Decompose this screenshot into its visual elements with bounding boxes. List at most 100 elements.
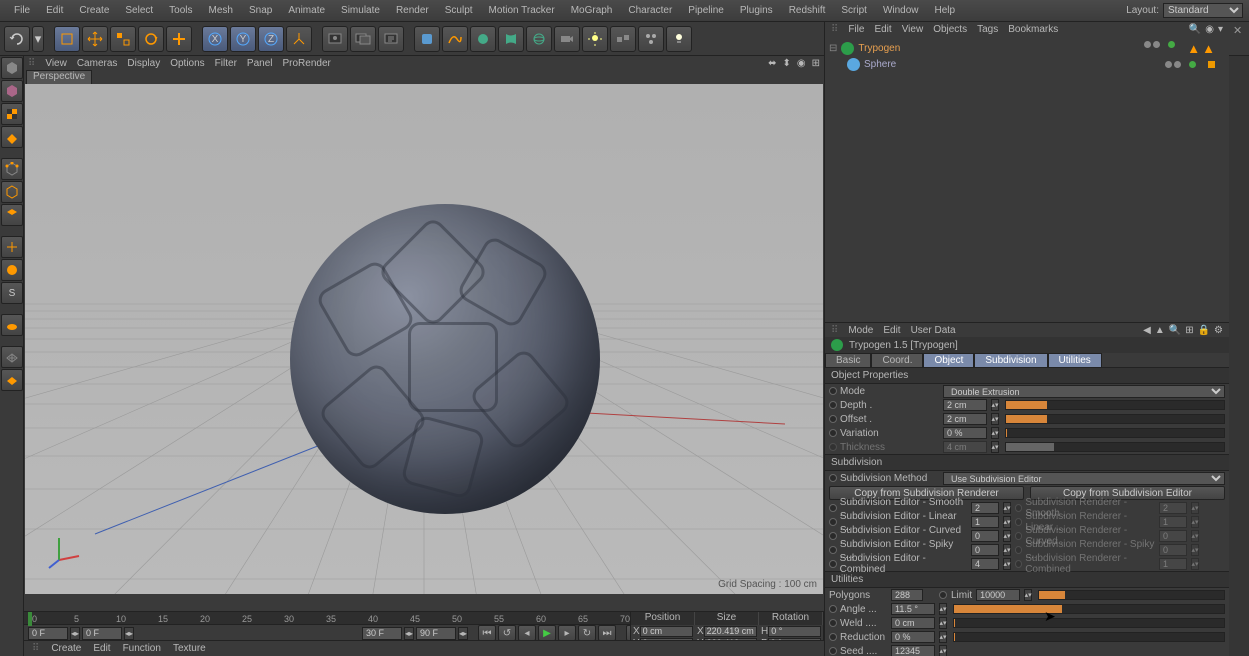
obj-eye-icon[interactable]: ◉	[1205, 24, 1214, 35]
spinner-icon[interactable]: ▴▾	[1003, 544, 1011, 556]
light-button[interactable]	[582, 26, 608, 52]
viewport-tab[interactable]: Perspective	[26, 70, 92, 84]
tab-utilities[interactable]: Utilities	[1048, 353, 1102, 367]
spinner-icon[interactable]: ▴▾	[1024, 589, 1032, 601]
variation-field[interactable]	[943, 427, 987, 439]
goto-end-button[interactable]: ⏭	[598, 625, 616, 641]
tab-subdivision[interactable]: Subdivision	[974, 353, 1047, 367]
attr-up-icon[interactable]: ▲	[1155, 325, 1165, 336]
frame-current-field[interactable]	[82, 627, 122, 640]
menu-render[interactable]: Render	[388, 2, 437, 19]
menu-plugins[interactable]: Plugins	[732, 2, 781, 19]
render-dot[interactable]	[1174, 61, 1181, 68]
frame-end-field[interactable]	[416, 627, 456, 640]
reduction-slider[interactable]	[953, 632, 1225, 642]
spinner-icon[interactable]: ▴▾	[1003, 530, 1011, 542]
spinner-icon[interactable]: ▴▾	[991, 413, 999, 425]
mode-points[interactable]	[1, 158, 23, 180]
menu-mesh[interactable]: Mesh	[201, 2, 241, 19]
enable-dot[interactable]	[1168, 41, 1175, 48]
matmenu-texture[interactable]: Texture	[173, 643, 206, 654]
matmenu-edit[interactable]: Edit	[93, 643, 110, 654]
move-tool-button[interactable]	[82, 26, 108, 52]
objmenu-bookmarks[interactable]: Bookmarks	[1008, 24, 1058, 35]
size-x-field[interactable]	[704, 626, 757, 637]
viewport-canvas[interactable]: Grid Spacing : 100 cm	[25, 84, 823, 594]
viewport-solo[interactable]	[1, 259, 23, 281]
menu-file[interactable]: File	[6, 2, 38, 19]
subdiv-method-dropdown[interactable]: Use Subdivision Editor	[943, 472, 1225, 485]
menu-motiontracker[interactable]: Motion Tracker	[481, 2, 563, 19]
spinner-icon[interactable]: ▴▾	[1003, 558, 1011, 570]
depth-slider[interactable]	[1005, 400, 1225, 410]
null-object-button[interactable]	[414, 26, 440, 52]
next-frame-button[interactable]: ▸	[558, 625, 576, 641]
generator-button[interactable]	[470, 26, 496, 52]
objmenu-edit[interactable]: Edit	[874, 24, 891, 35]
render-dot[interactable]	[1153, 41, 1160, 48]
snap-toggle[interactable]: S	[1, 282, 23, 304]
menu-window[interactable]: Window	[875, 2, 927, 19]
subdiv-editor-field[interactable]	[971, 544, 999, 556]
obj-filter-icon[interactable]: ▾	[1218, 24, 1223, 35]
attr-search-icon[interactable]: 🔍	[1169, 325, 1181, 336]
matmenu-function[interactable]: Function	[123, 643, 161, 654]
weld-field[interactable]	[891, 617, 935, 629]
live-select-button[interactable]	[54, 26, 80, 52]
menu-pipeline[interactable]: Pipeline	[680, 2, 732, 19]
menu-help[interactable]: Help	[927, 2, 964, 19]
enable-axis[interactable]	[1, 236, 23, 258]
mograph-button[interactable]	[638, 26, 664, 52]
scale-tool-button[interactable]	[110, 26, 136, 52]
subdiv-editor-field[interactable]	[971, 502, 999, 514]
goto-next-key-button[interactable]: ↻	[578, 625, 596, 641]
mode-model[interactable]	[1, 57, 23, 79]
menu-redshift[interactable]: Redshift	[781, 2, 834, 19]
offset-field[interactable]	[943, 413, 987, 425]
z-axis-toggle[interactable]: Z	[258, 26, 284, 52]
limit-slider[interactable]	[1038, 590, 1225, 600]
camera-button[interactable]	[554, 26, 580, 52]
layout-dropdown[interactable]: Standard	[1163, 3, 1243, 18]
angle-slider[interactable]	[953, 604, 1225, 614]
pos-x-field[interactable]	[640, 626, 693, 637]
last-tool-button[interactable]	[166, 26, 192, 52]
objmenu-objects[interactable]: Objects	[933, 24, 967, 35]
spinner-icon[interactable]: ▴▾	[939, 603, 947, 615]
vmenu-view[interactable]: View	[45, 58, 67, 69]
tab-object[interactable]: Object	[923, 353, 974, 367]
render-picture-button[interactable]	[350, 26, 376, 52]
close-icon[interactable]: ✕	[1233, 24, 1245, 36]
attrmenu-userdata[interactable]: User Data	[911, 325, 956, 336]
subdiv-editor-field[interactable]	[971, 516, 999, 528]
mode-texture[interactable]	[1, 103, 23, 125]
spinner-icon[interactable]: ◂▸	[404, 627, 414, 640]
obj-search-icon[interactable]: 🔍	[1189, 24, 1201, 35]
spinner-icon[interactable]: ◂▸	[124, 627, 134, 640]
attr-back-icon[interactable]: ◀	[1143, 325, 1151, 336]
menu-mograph[interactable]: MoGraph	[563, 2, 621, 19]
goto-start-button[interactable]: ⏮	[478, 625, 496, 641]
coord-system-button[interactable]	[286, 26, 312, 52]
spinner-icon[interactable]: ▴▾	[939, 631, 947, 643]
vmenu-options[interactable]: Options	[170, 58, 204, 69]
menu-script[interactable]: Script	[833, 2, 875, 19]
spinner-icon[interactable]: ▴▾	[991, 427, 999, 439]
objmenu-tags[interactable]: Tags	[977, 24, 998, 35]
reduction-field[interactable]	[891, 631, 935, 643]
vmenu-panel[interactable]: Panel	[247, 58, 273, 69]
frame-preview-field[interactable]	[362, 627, 402, 640]
environment-button[interactable]	[526, 26, 552, 52]
matmenu-create[interactable]: Create	[51, 643, 81, 654]
mode-dropdown[interactable]: Double Extrusion	[943, 385, 1225, 398]
menu-sculpt[interactable]: Sculpt	[437, 2, 481, 19]
viewport-maximize-icon[interactable]: ⊞	[812, 58, 820, 69]
scene-button[interactable]	[610, 26, 636, 52]
objmenu-view[interactable]: View	[902, 24, 924, 35]
viewport-nav-icon[interactable]: ⬌	[768, 58, 776, 69]
subdiv-editor-field[interactable]	[971, 530, 999, 542]
tree-item-trypogen[interactable]: ⊟ Trypogen ▲ ▲	[829, 40, 1225, 56]
subdiv-editor-field[interactable]	[971, 558, 999, 570]
spinner-icon[interactable]: ▴▾	[939, 645, 947, 656]
y-axis-toggle[interactable]: Y	[230, 26, 256, 52]
